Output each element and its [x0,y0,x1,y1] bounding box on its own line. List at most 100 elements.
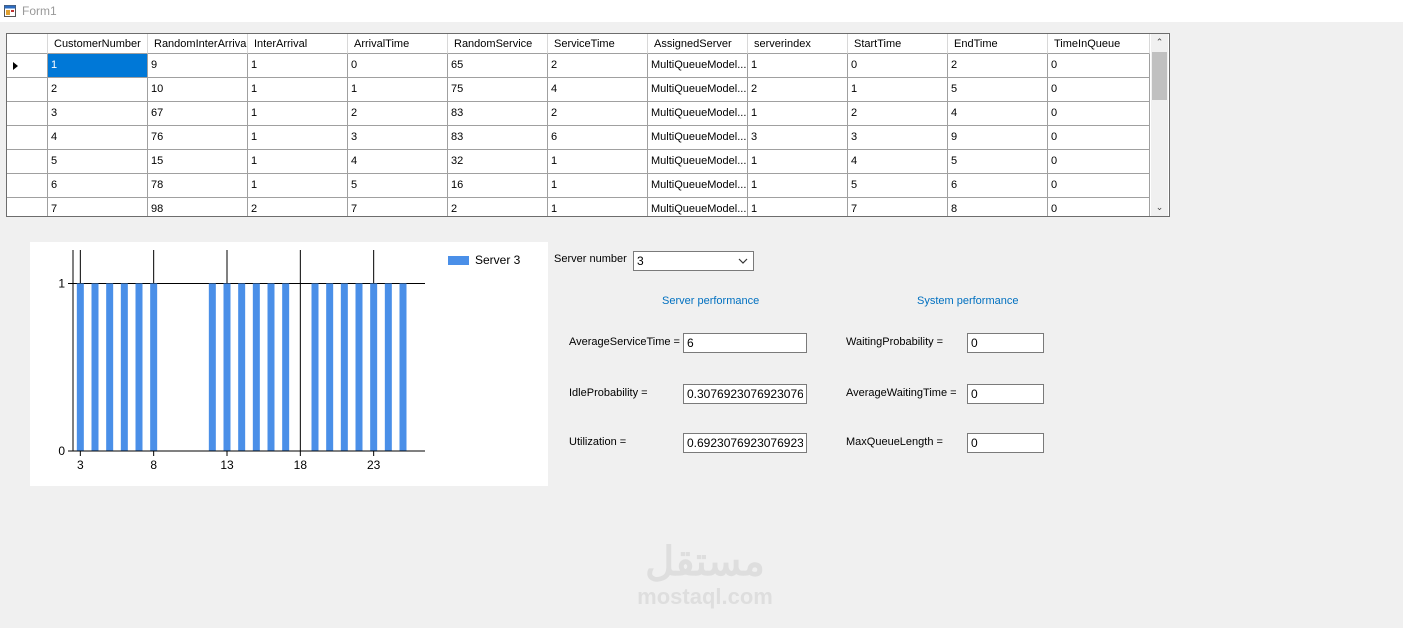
table-cell[interactable]: 1 [248,78,348,102]
table-cell[interactable]: 1 [548,174,648,198]
table-cell[interactable]: 4 [848,150,948,174]
table-cell[interactable]: 0 [1048,174,1150,198]
column-header[interactable]: StartTime [848,34,948,54]
table-cell[interactable]: 83 [448,126,548,150]
table-cell[interactable]: 67 [148,102,248,126]
idle-probability-field[interactable] [683,384,807,404]
utilization-field[interactable] [683,433,807,453]
table-cell[interactable]: 1 [748,102,848,126]
table-cell[interactable]: 3 [848,126,948,150]
table-cell[interactable]: 2 [448,198,548,216]
table-cell[interactable]: 2 [848,102,948,126]
table-cell[interactable]: 7 [48,198,148,216]
table-cell[interactable]: 7 [848,198,948,216]
column-header[interactable]: CustomerNumber [48,34,148,54]
table-row[interactable]: 2 10 1 1 75 4 MultiQueueModel... 2 1 5 0 [7,78,1150,102]
table-cell[interactable]: 75 [448,78,548,102]
table-cell[interactable]: MultiQueueModel... [648,150,748,174]
table-cell[interactable]: 5 [848,174,948,198]
table-cell[interactable]: 4 [548,78,648,102]
table-cell[interactable]: 3 [748,126,848,150]
table-cell[interactable]: 4 [948,102,1048,126]
table-cell[interactable]: 78 [148,174,248,198]
table-cell[interactable]: 9 [148,54,248,78]
table-cell[interactable]: 6 [548,126,648,150]
table-cell[interactable]: 9 [948,126,1048,150]
vertical-scrollbar[interactable]: ⌃ ⌄ [1151,34,1168,216]
table-cell[interactable]: 1 [548,198,648,216]
table-cell[interactable]: 15 [148,150,248,174]
table-cell[interactable]: 5 [48,150,148,174]
table-cell[interactable]: 76 [148,126,248,150]
column-header[interactable]: RandomInterArrival [148,34,248,54]
table-cell[interactable]: 6 [948,174,1048,198]
table-row[interactable]: 1 9 1 0 65 2 MultiQueueModel... 1 0 2 0 [7,54,1150,78]
table-cell[interactable]: MultiQueueModel... [648,198,748,216]
table-cell[interactable]: 3 [48,102,148,126]
table-row[interactable]: 5 15 1 4 32 1 MultiQueueModel... 1 4 5 0 [7,150,1150,174]
chevron-up-icon[interactable]: ⌃ [1151,34,1168,51]
row-header[interactable] [7,126,48,150]
row-header[interactable] [7,174,48,198]
table-cell[interactable]: 65 [448,54,548,78]
table-cell[interactable]: 32 [448,150,548,174]
table-cell[interactable]: 1 [748,150,848,174]
table-cell[interactable]: 98 [148,198,248,216]
column-header[interactable]: ArrivalTime [348,34,448,54]
max-queue-length-field[interactable] [967,433,1044,453]
table-row[interactable]: 7 98 2 7 2 1 MultiQueueModel... 1 7 8 0 [7,198,1150,216]
column-header[interactable]: EndTime [948,34,1048,54]
row-header[interactable] [7,102,48,126]
table-cell[interactable]: 2 [548,54,648,78]
table-cell[interactable]: 0 [1048,150,1150,174]
table-cell[interactable]: 3 [348,126,448,150]
chevron-down-icon[interactable] [737,255,749,267]
table-cell[interactable]: 1 [248,54,348,78]
row-header[interactable] [7,150,48,174]
table-cell[interactable]: 1 [48,54,148,78]
data-grid[interactable]: CustomerNumber RandomInterArrival InterArr… [6,33,1170,217]
table-cell[interactable]: 4 [48,126,148,150]
grid-corner[interactable] [7,34,48,54]
table-cell[interactable]: 2 [48,78,148,102]
table-cell[interactable]: 83 [448,102,548,126]
table-cell[interactable]: 2 [348,102,448,126]
table-cell[interactable]: MultiQueueModel... [648,102,748,126]
table-cell[interactable]: 5 [948,78,1048,102]
column-header[interactable]: AssignedServer [648,34,748,54]
column-header[interactable]: serverindex [748,34,848,54]
table-cell[interactable]: 5 [348,174,448,198]
row-header[interactable] [7,198,48,216]
table-cell[interactable]: MultiQueueModel... [648,78,748,102]
table-cell[interactable]: 16 [448,174,548,198]
row-header[interactable] [7,54,48,78]
table-cell[interactable]: 6 [48,174,148,198]
table-cell[interactable]: 0 [1048,126,1150,150]
table-cell[interactable]: 0 [348,54,448,78]
row-header[interactable] [7,78,48,102]
table-cell[interactable]: 1 [548,150,648,174]
column-header[interactable]: InterArrival [248,34,348,54]
average-waiting-time-field[interactable] [967,384,1044,404]
table-cell[interactable]: MultiQueueModel... [648,174,748,198]
scrollbar-thumb[interactable] [1152,52,1167,100]
column-header[interactable]: ServiceTime [548,34,648,54]
table-cell[interactable]: 1 [248,150,348,174]
table-row[interactable]: 6 78 1 5 16 1 MultiQueueModel... 1 5 6 0 [7,174,1150,198]
table-cell[interactable]: 8 [948,198,1048,216]
table-cell[interactable]: 2 [748,78,848,102]
table-cell[interactable]: 7 [348,198,448,216]
table-cell[interactable]: 1 [748,198,848,216]
table-cell[interactable]: 2 [948,54,1048,78]
table-cell[interactable]: 1 [248,126,348,150]
table-cell[interactable]: 2 [248,198,348,216]
chevron-down-icon[interactable]: ⌄ [1151,199,1168,216]
table-cell[interactable]: 2 [548,102,648,126]
table-cell[interactable]: MultiQueueModel... [648,54,748,78]
table-cell[interactable]: 0 [1048,54,1150,78]
table-cell[interactable]: 1 [848,78,948,102]
table-cell[interactable]: 10 [148,78,248,102]
waiting-probability-field[interactable] [967,333,1044,353]
table-cell[interactable]: 1 [748,174,848,198]
table-row[interactable]: 4 76 1 3 83 6 MultiQueueModel... 3 3 9 0 [7,126,1150,150]
